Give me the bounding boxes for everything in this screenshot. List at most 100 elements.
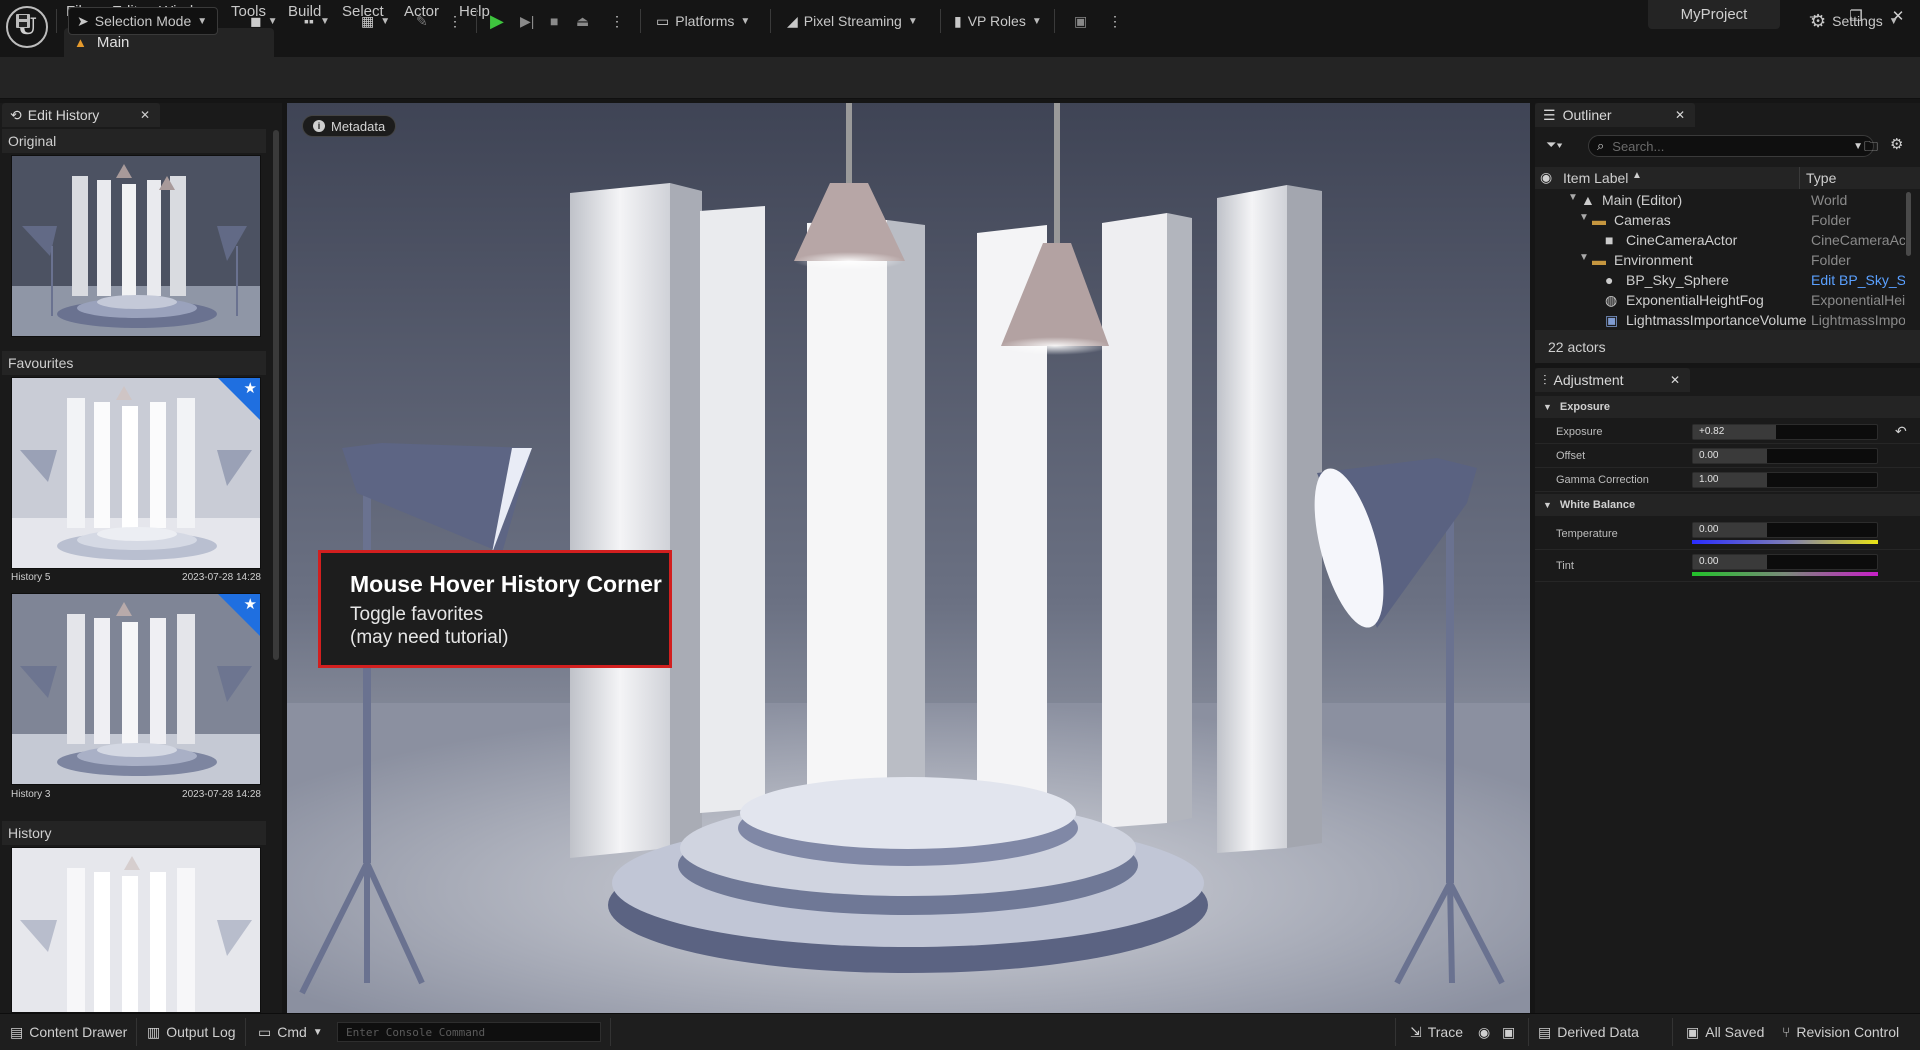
temperature-slider[interactable]: 0.00 — [1692, 522, 1878, 538]
revision-control-button[interactable]: ⑂ Revision Control — [1782, 1022, 1899, 1042]
tooltip-heading: Mouse Hover History Corner — [350, 571, 662, 597]
more-options-icon[interactable]: ⋮ — [448, 7, 462, 35]
record-button[interactable]: ◉ — [1478, 1022, 1490, 1042]
all-saved-button[interactable]: ▣ All Saved — [1686, 1022, 1764, 1042]
content-drawer-button[interactable]: ▤ Content Drawer — [10, 1022, 127, 1042]
edit-blueprint-link[interactable]: Edit BP_Sky_S — [1811, 272, 1905, 288]
visibility-eye-icon[interactable]: ◉ — [1540, 169, 1552, 186]
content-drawer-label: Content Drawer — [29, 1024, 128, 1040]
close-tab-icon[interactable]: ✕ — [140, 108, 150, 122]
blueprint-icon: ▪▪ — [304, 13, 314, 29]
status-divider — [136, 1018, 137, 1046]
step-icon: ▶| — [520, 12, 535, 29]
output-log-button[interactable]: ▥ Output Log — [147, 1022, 236, 1042]
expand-arrow-icon[interactable]: ▼ — [1568, 192, 1578, 203]
gear-icon[interactable]: ⚙ — [1890, 135, 1903, 153]
derived-data-label: Derived Data — [1557, 1024, 1639, 1040]
menu-help[interactable]: Help — [459, 3, 490, 23]
offset-slider[interactable]: 0.00 — [1692, 448, 1878, 464]
favourite-name: History 5 — [11, 572, 51, 583]
outliner-row[interactable]: ● BP_Sky_Sphere Edit BP_Sky_S — [1535, 272, 1905, 292]
expand-arrow-icon[interactable]: ▼ — [1579, 252, 1589, 263]
add-actor-button[interactable]: ◼ ▼ — [250, 7, 278, 35]
sky-sphere-icon: ● — [1605, 272, 1614, 288]
platforms-dropdown[interactable]: ▭ Platforms ▼ — [656, 7, 750, 35]
vr-icon: ▣ — [1074, 12, 1088, 29]
history-thumbnail[interactable] — [11, 847, 261, 1013]
settings-dropdown[interactable]: ⚙ Settings ▼ — [1810, 7, 1899, 35]
outliner-item-type: LightmassImpo — [1811, 312, 1905, 328]
metadata-button[interactable]: i Metadata — [302, 115, 397, 137]
play-button[interactable]: ▶ — [490, 7, 504, 35]
chevron-down-icon: ▼ — [1853, 140, 1863, 152]
left-panel-scrollbar[interactable] — [273, 130, 279, 660]
outliner-row[interactable]: ■ CineCameraActor CineCameraAc — [1535, 232, 1905, 252]
derived-data-button[interactable]: ▤ Derived Data — [1538, 1022, 1639, 1042]
save-icon[interactable] — [14, 7, 32, 35]
col-item-label[interactable]: Item Label — [1563, 170, 1628, 186]
actor-count: 22 actors — [1548, 339, 1606, 355]
virtual-scouting-button[interactable]: ▣ — [1074, 7, 1087, 35]
info-icon: i — [313, 120, 325, 132]
outliner-row[interactable]: ▼ ▬ Cameras Folder — [1535, 212, 1905, 232]
exposure-section-header[interactable]: ▼ Exposure — [1535, 396, 1920, 418]
close-tab-icon[interactable]: ✕ — [1675, 108, 1685, 122]
selection-mode-dropdown[interactable]: ➤ Selection Mode ▼ — [68, 7, 218, 35]
edit-history-tab-label: Edit History — [27, 107, 100, 123]
outliner-search-input[interactable]: ⌕ Search... ▼ — [1588, 135, 1874, 157]
outliner-item-type: Folder — [1811, 212, 1851, 228]
cmd-dropdown[interactable]: ▭ Cmd ▼ — [258, 1022, 323, 1042]
exposure-label: Exposure — [1556, 426, 1603, 438]
toolbar-divider — [56, 9, 57, 33]
offset-label: Offset — [1556, 450, 1586, 462]
blueprint-button[interactable]: ▪▪ ▼ — [304, 7, 330, 35]
more-options-icon[interactable]: ⋮ — [1108, 7, 1122, 35]
cinematics-button[interactable]: ▦ ▼ — [361, 7, 390, 35]
more-options-icon[interactable]: ⋮ — [610, 7, 624, 35]
trace-button[interactable]: ⇲ Trace — [1410, 1022, 1463, 1042]
outliner-row[interactable]: ▣ LightmassImportanceVolume LightmassImp… — [1535, 312, 1905, 328]
modes-button[interactable]: ✎ — [416, 7, 428, 35]
tint-row: Tint 0.00 — [1535, 550, 1920, 582]
selection-mode-label: Selection Mode — [94, 13, 192, 29]
advance-frame-button[interactable]: ▶| — [520, 7, 534, 35]
exposure-slider[interactable]: +0.82 — [1692, 424, 1878, 440]
outliner-row[interactable]: ◍ ExponentialHeightFog ExponentialHei — [1535, 292, 1905, 312]
outliner-item-label: CineCameraActor — [1626, 232, 1738, 248]
chevron-down-icon: ▼ — [312, 1026, 323, 1038]
eject-button[interactable]: ⏏ — [576, 7, 589, 35]
star-icon[interactable]: ★ — [244, 379, 257, 397]
outliner-tab[interactable]: ☰ Outliner ✕ — [1535, 103, 1695, 127]
vp-roles-dropdown[interactable]: ▮ VP Roles ▼ — [954, 7, 1042, 35]
outliner-tab-label: Outliner — [1562, 107, 1612, 123]
reset-icon[interactable]: ↶ — [1895, 423, 1907, 440]
star-icon[interactable]: ★ — [244, 595, 257, 613]
console-command-input[interactable]: Enter Console Command — [337, 1022, 601, 1042]
expand-arrow-icon[interactable]: ▼ — [1579, 212, 1589, 223]
gamma-row: Gamma Correction 1.00 — [1535, 468, 1920, 492]
col-type[interactable]: Type — [1806, 170, 1836, 186]
outliner-row[interactable]: ▼ ▬ Environment Folder — [1535, 252, 1905, 272]
adjustment-tab[interactable]: ⫶ Adjustment ✕ — [1535, 368, 1690, 392]
white-balance-section-header[interactable]: ▼ White Balance — [1535, 494, 1920, 516]
outliner-item-type: CineCameraAc — [1811, 232, 1905, 248]
platforms-label: Platforms — [675, 13, 735, 29]
filter-icon[interactable]: ⏷▾ — [1546, 137, 1563, 153]
pixel-streaming-dropdown[interactable]: ◢ Pixel Streaming ▼ — [787, 7, 918, 35]
screenshot-button[interactable]: ▣ — [1502, 1022, 1515, 1042]
favourite-thumbnail-history-3[interactable]: ★ — [11, 593, 261, 785]
tint-label: Tint — [1556, 560, 1574, 572]
gamma-slider[interactable]: 1.00 — [1692, 472, 1878, 488]
outliner-row[interactable]: ▼ ▲ Main (Editor) World — [1535, 192, 1905, 212]
favourite-thumbnail-history-5[interactable]: ★ — [11, 377, 261, 569]
revision-control-label: Revision Control — [1796, 1024, 1900, 1040]
offset-row: Offset 0.00 — [1535, 444, 1920, 468]
outliner-scrollbar[interactable] — [1906, 192, 1911, 256]
pixel-streaming-label: Pixel Streaming — [803, 13, 902, 29]
tint-slider[interactable]: 0.00 — [1692, 554, 1878, 570]
close-tab-icon[interactable]: ✕ — [1670, 373, 1680, 387]
original-thumbnail[interactable] — [11, 155, 261, 337]
add-folder-icon[interactable]: 🗀 — [1864, 136, 1878, 160]
stop-button[interactable]: ■ — [550, 7, 558, 35]
edit-history-tab[interactable]: ⟲ Edit History ✕ — [2, 103, 160, 127]
